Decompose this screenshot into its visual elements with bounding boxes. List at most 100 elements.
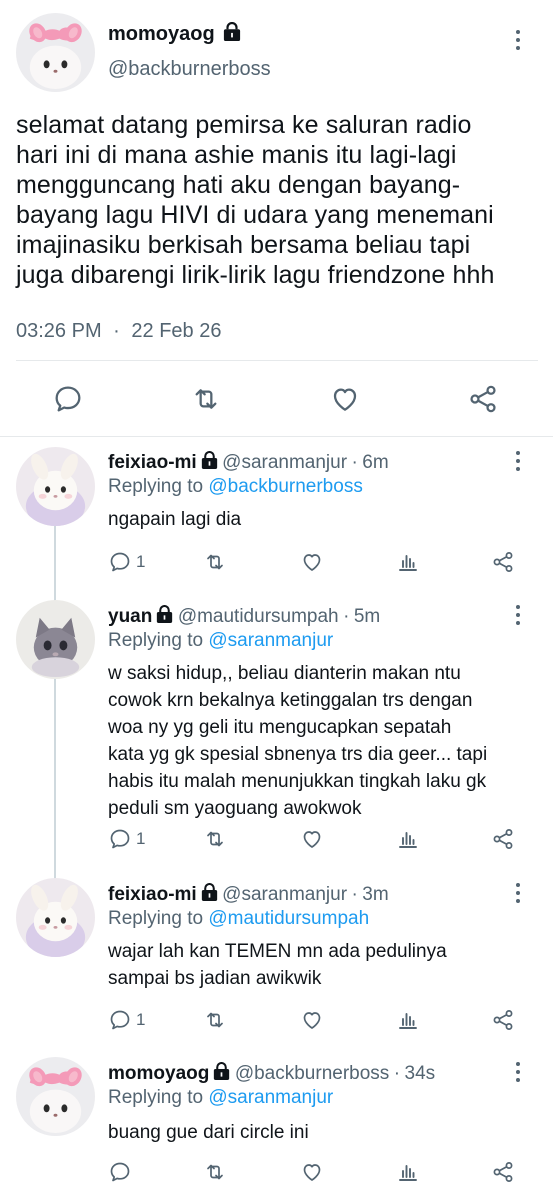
retweet-icon[interactable]: [190, 383, 222, 415]
thread-line: [54, 526, 56, 880]
reply-author-handle[interactable]: @saranmanjur: [222, 452, 347, 473]
divider: [16, 360, 538, 361]
like-icon[interactable]: [300, 1008, 324, 1032]
reply-author-name[interactable]: yuan: [108, 606, 152, 627]
lock-icon: [213, 1062, 230, 1081]
reply-text-line: buang gue dari circle ini: [108, 1122, 309, 1143]
replying-to-link[interactable]: @mautidursumpah: [208, 908, 369, 929]
views-icon[interactable]: [396, 550, 420, 574]
reply-author-handle[interactable]: @backburnerboss: [235, 1063, 389, 1084]
tweet-text-line: juga dibarengi lirik-lirik lagu friendzo…: [16, 261, 495, 289]
reply-actions: [108, 1158, 528, 1186]
tweet-text-line: mengguncang hati aku dengan bayang-: [16, 171, 461, 199]
reply-button[interactable]: [108, 1160, 136, 1184]
avatar-image: [16, 447, 95, 526]
main-actions: [0, 370, 553, 428]
like-icon[interactable]: [329, 383, 361, 415]
reply-count: 1: [136, 1010, 146, 1029]
reply-button[interactable]: 1: [108, 550, 145, 574]
author-name-row: momoyaog: [108, 22, 241, 46]
more-icon[interactable]: [516, 1062, 522, 1086]
reply-header: feixiao-mi @saranmanjur · 3m: [108, 883, 389, 906]
tweet-text-line: imajinasiku berkisah bersama beliau tapi: [16, 231, 471, 259]
tweet-text: selamat datang pemirsa ke saluran radio …: [16, 110, 546, 290]
reply-icon: [108, 550, 132, 574]
avatar[interactable]: [16, 878, 95, 957]
replying-to-link[interactable]: @backburnerboss: [208, 476, 362, 497]
reply-text-line: cowok krn bekalnya ketinggalan trs denga…: [108, 690, 473, 711]
lock-icon: [201, 451, 218, 470]
tweet-text-line: hari ini di mana ashie manis itu lagi-la…: [16, 141, 457, 169]
more-icon[interactable]: [516, 883, 522, 907]
reply-age: 34s: [404, 1063, 436, 1084]
avatar-image: [16, 13, 95, 92]
reply-header: momoyaog @backburnerboss · 34s: [108, 1062, 435, 1085]
replying-prefix: Replying to: [108, 630, 204, 651]
reply-text: wajar lah kan TEMEN mn ada pedulinya sam…: [108, 938, 548, 992]
replying-to-link[interactable]: @saranmanjur: [208, 1087, 333, 1108]
more-icon[interactable]: [516, 451, 522, 475]
like-icon[interactable]: [300, 1160, 324, 1184]
avatar[interactable]: [16, 13, 95, 92]
share-icon[interactable]: [467, 383, 499, 415]
tweet-text-line: bayang lagu HIVI di udara yang menemani: [16, 201, 494, 229]
lock-icon: [223, 22, 241, 42]
tweet-text-line: selamat datang pemirsa ke saluran radio: [16, 111, 472, 139]
tweet-date: 22 Feb 26: [131, 320, 222, 342]
reply-author-handle[interactable]: @mautidursumpah: [178, 606, 339, 627]
avatar-image: [16, 1057, 95, 1136]
share-icon[interactable]: [491, 1008, 515, 1032]
retweet-icon[interactable]: [203, 1008, 227, 1032]
reply-text-line: peduli sm yaoguang awokwok: [108, 798, 362, 819]
reply-text-line: kata yg gk spesial sbnenya trs dia geer.…: [108, 744, 488, 765]
reply-icon: [108, 1160, 132, 1184]
reply-text: w saksi hidup,, beliau dianterin makan n…: [108, 660, 548, 822]
replying-to: Replying to @saranmanjur: [108, 630, 333, 652]
replying-to: Replying to @saranmanjur: [108, 1087, 333, 1109]
reply-button[interactable]: 1: [108, 1008, 145, 1032]
replying-to-link[interactable]: @saranmanjur: [208, 630, 333, 651]
avatar-image: [16, 878, 95, 957]
reply-actions: 1: [108, 825, 528, 853]
reply-text-line: w saksi hidup,, beliau dianterin makan n…: [108, 663, 461, 684]
replying-to: Replying to @backburnerboss: [108, 476, 363, 498]
reply-text-line: wajar lah kan TEMEN mn ada pedulinya: [108, 941, 447, 962]
reply-icon[interactable]: [52, 383, 84, 415]
reply-button[interactable]: 1: [108, 827, 145, 851]
views-icon[interactable]: [396, 1008, 420, 1032]
replying-to: Replying to @mautidursumpah: [108, 908, 369, 930]
reply-author-name[interactable]: feixiao-mi: [108, 884, 197, 905]
share-icon[interactable]: [491, 827, 515, 851]
views-icon[interactable]: [396, 827, 420, 851]
reply-text-line: woa ny yg geli itu mengucapkan sepatah: [108, 717, 452, 738]
reply-text: buang gue dari circle ini: [108, 1119, 309, 1146]
reply-author-name[interactable]: feixiao-mi: [108, 452, 197, 473]
share-icon[interactable]: [491, 1160, 515, 1184]
more-icon[interactable]: [516, 605, 522, 629]
reply-count: 1: [136, 552, 146, 571]
reply-author-handle[interactable]: @saranmanjur: [222, 884, 347, 905]
reply-age: 3m: [362, 884, 389, 905]
avatar[interactable]: [16, 447, 95, 526]
like-icon[interactable]: [300, 550, 324, 574]
like-icon[interactable]: [300, 827, 324, 851]
reply-count: 1: [136, 829, 146, 848]
views-icon[interactable]: [396, 1160, 420, 1184]
avatar[interactable]: [16, 600, 95, 679]
tweet-timestamp[interactable]: 03:26 PM · 22 Feb 26: [16, 320, 221, 343]
author-display-name[interactable]: momoyaog: [108, 23, 215, 45]
retweet-icon[interactable]: [203, 1160, 227, 1184]
reply-header: yuan @mautidursumpah · 5m: [108, 605, 380, 628]
tweet-time: 03:26 PM: [16, 320, 102, 342]
retweet-icon[interactable]: [203, 550, 227, 574]
author-handle[interactable]: @backburnerboss: [108, 58, 271, 81]
share-icon[interactable]: [491, 550, 515, 574]
more-icon[interactable]: [516, 30, 522, 54]
retweet-icon[interactable]: [203, 827, 227, 851]
avatar[interactable]: [16, 1057, 95, 1136]
reply-author-name[interactable]: momoyaog: [108, 1063, 209, 1084]
reply-age: 5m: [353, 606, 381, 627]
meta-separator: ·: [113, 320, 120, 342]
meta-separator: ·: [351, 884, 358, 905]
lock-icon: [201, 883, 218, 902]
